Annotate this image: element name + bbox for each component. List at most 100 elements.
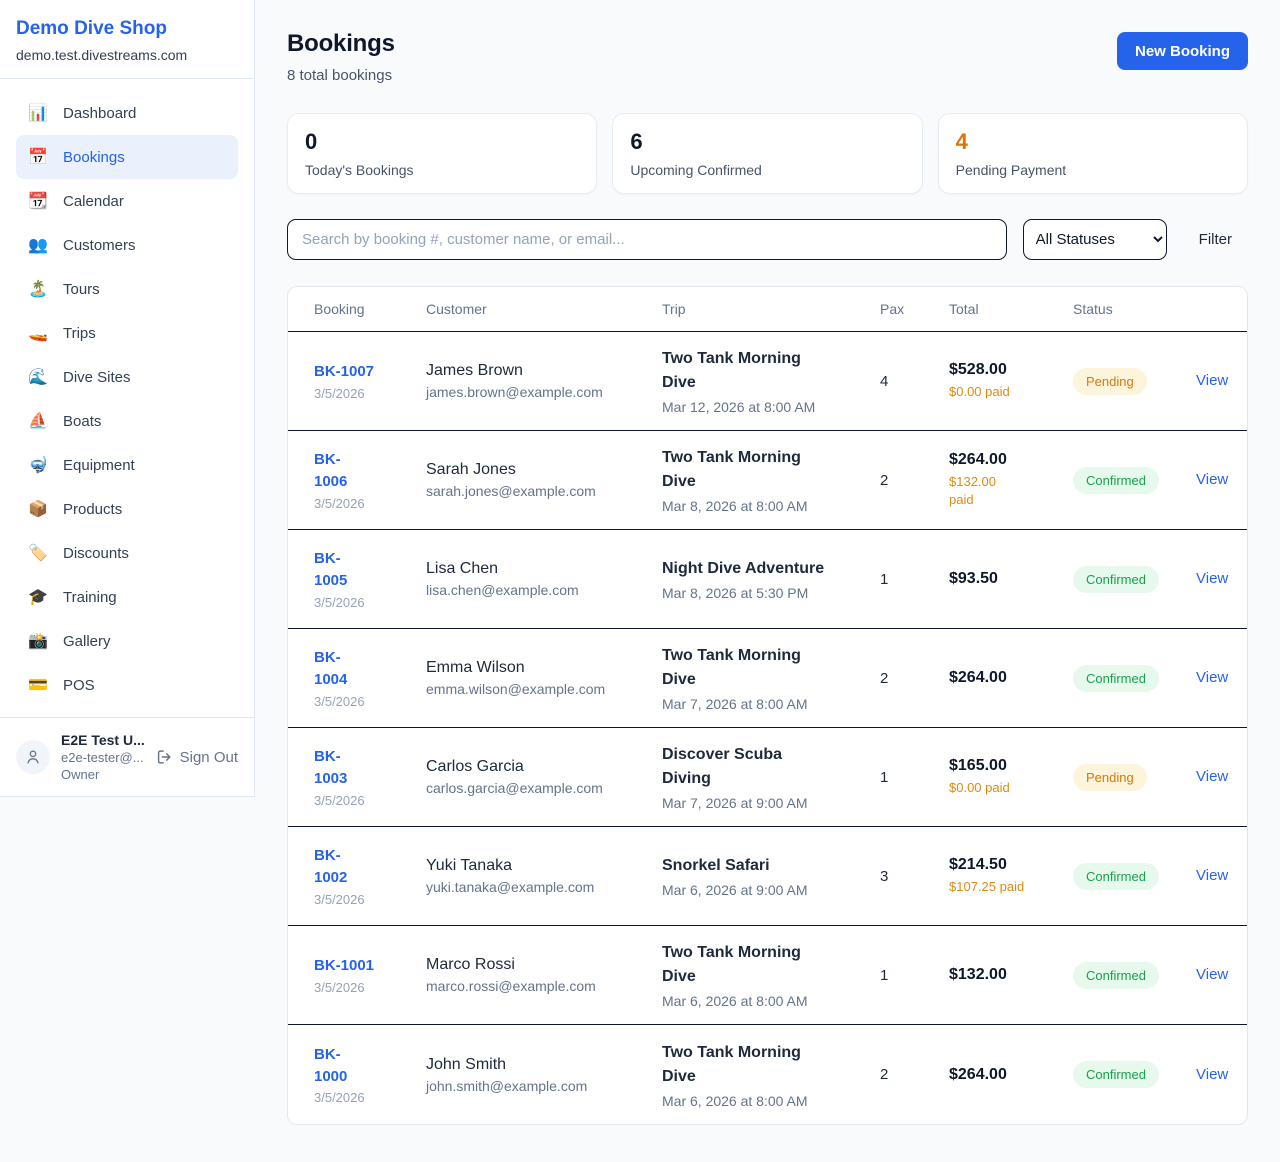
stat-value: 4 (956, 129, 1230, 155)
booking-id-link[interactable]: BK- 1005 (314, 548, 347, 592)
booking-created-date: 3/5/2026 (314, 1090, 426, 1105)
total-cell: $93.50 (949, 570, 1073, 588)
sidebar-item-bookings[interactable]: 📅 Bookings (16, 135, 238, 179)
sidebar-item-dive-sites[interactable]: 🌊 Dive Sites (16, 355, 238, 399)
view-link[interactable]: View (1183, 966, 1228, 983)
status-badge: Confirmed (1073, 863, 1159, 890)
customer-cell: James Brown james.brown@example.com (426, 362, 662, 400)
table-body: BK-1007 3/5/2026 James Brown james.brown… (288, 332, 1247, 1124)
view-link[interactable]: View (1183, 570, 1228, 587)
booking-id-link[interactable]: BK- 1000 (314, 1044, 347, 1088)
sidebar-item-products[interactable]: 📦 Products (16, 487, 238, 531)
filter-row: All Statuses Filter (287, 219, 1248, 260)
booking-id-link[interactable]: BK-1001 (314, 955, 374, 977)
table-row: BK- 1002 3/5/2026 Yuki Tanaka yuki.tanak… (288, 827, 1247, 926)
view-link[interactable]: View (1183, 768, 1228, 785)
total-cell: $528.00 $0.00 paid (949, 361, 1073, 401)
stat-label: Upcoming Confirmed (630, 162, 904, 178)
new-booking-button[interactable]: New Booking (1117, 32, 1248, 70)
sign-out-icon (155, 748, 173, 766)
booking-created-date: 3/5/2026 (314, 694, 426, 709)
sidebar-item-tours[interactable]: 🏝️ Tours (16, 267, 238, 311)
paid-amount: $0.00 paid (949, 383, 1073, 401)
sidebar-item-discounts[interactable]: 🏷️ Discounts (16, 531, 238, 575)
trip-name: Two Tank Morning Dive (662, 941, 828, 989)
stat-value: 0 (305, 129, 579, 155)
view-link[interactable]: View (1183, 471, 1228, 488)
trip-name: Night Dive Adventure (662, 557, 828, 581)
sidebar: Demo Dive Shop demo.test.divestreams.com… (0, 0, 255, 797)
booking-id-link[interactable]: BK- 1002 (314, 845, 347, 889)
boats-sailboat-icon: ⛵ (28, 411, 48, 431)
sidebar-item-label: Training (63, 589, 117, 606)
total-amount: $528.00 (949, 361, 1073, 379)
table-row: BK-1001 3/5/2026 Marco Rossi marco.rossi… (288, 926, 1247, 1025)
sidebar-item-customers[interactable]: 👥 Customers (16, 223, 238, 267)
sidebar-item-dashboard[interactable]: 📊 Dashboard (16, 91, 238, 135)
sidebar-nav: 📊 Dashboard 📅 Bookings 📆 Calendar 👥 Cust… (0, 79, 254, 717)
booking-cell: BK-1007 3/5/2026 (314, 361, 426, 401)
actions-cell: View (1183, 768, 1228, 786)
table-row: BK- 1004 3/5/2026 Emma Wilson emma.wilso… (288, 629, 1247, 728)
view-link[interactable]: View (1183, 372, 1228, 389)
booking-id-link[interactable]: BK-1007 (314, 361, 374, 383)
status-filter-select[interactable]: All Statuses (1023, 219, 1167, 260)
pax-count: 1 (880, 769, 949, 786)
booking-id-link[interactable]: BK- 1004 (314, 647, 347, 691)
view-link[interactable]: View (1183, 669, 1228, 686)
equipment-mask-icon: 🤿 (28, 455, 48, 475)
total-cell: $132.00 (949, 966, 1073, 984)
actions-cell: View (1183, 669, 1228, 687)
total-amount: $132.00 (949, 966, 1073, 984)
booking-cell: BK- 1003 3/5/2026 (314, 746, 426, 808)
sign-out-button[interactable]: Sign Out (155, 748, 238, 766)
trip-name: Two Tank Morning Dive (662, 347, 828, 395)
table-header-row: Booking Customer Trip Pax Total Status (288, 287, 1247, 332)
sidebar-item-calendar[interactable]: 📆 Calendar (16, 179, 238, 223)
booking-created-date: 3/5/2026 (314, 496, 426, 511)
trip-name: Two Tank Morning Dive (662, 644, 828, 692)
sidebar-item-trips[interactable]: 🚤 Trips (16, 311, 238, 355)
table-row: BK- 1005 3/5/2026 Lisa Chen lisa.chen@ex… (288, 530, 1247, 629)
customer-email: marco.rossi@example.com (426, 978, 662, 994)
booking-id-link[interactable]: BK- 1006 (314, 449, 347, 493)
trip-datetime: Mar 12, 2026 at 8:00 AM (662, 399, 880, 415)
sidebar-item-pos[interactable]: 💳 POS (16, 663, 238, 707)
actions-cell: View (1183, 867, 1228, 885)
avatar (16, 740, 50, 774)
customer-email: james.brown@example.com (426, 384, 662, 400)
sidebar-item-gallery[interactable]: 📸 Gallery (16, 619, 238, 663)
page-title: Bookings (287, 30, 395, 58)
user-icon (24, 748, 42, 766)
filter-button[interactable]: Filter (1183, 231, 1248, 248)
customer-name: John Smith (426, 1056, 662, 1074)
booking-id-link[interactable]: BK- 1003 (314, 746, 347, 790)
table-row: BK- 1000 3/5/2026 John Smith john.smith@… (288, 1025, 1247, 1124)
total-amount: $93.50 (949, 570, 1073, 588)
total-cell: $264.00 $132.00 paid (949, 451, 1073, 509)
customer-name: Marco Rossi (426, 956, 662, 974)
view-link[interactable]: View (1183, 867, 1228, 884)
status-badge: Confirmed (1073, 1061, 1159, 1088)
sidebar-item-label: Products (63, 501, 122, 518)
sidebar-item-boats[interactable]: ⛵ Boats (16, 399, 238, 443)
total-amount: $214.50 (949, 856, 1073, 874)
status-badge: Confirmed (1073, 566, 1159, 593)
view-link[interactable]: View (1183, 1066, 1228, 1083)
search-input[interactable] (287, 219, 1007, 260)
bookings-table: Booking Customer Trip Pax Total Status B… (287, 286, 1248, 1125)
booking-created-date: 3/5/2026 (314, 595, 426, 610)
column-header-total: Total (949, 301, 1073, 317)
total-cell: $264.00 (949, 669, 1073, 687)
booking-created-date: 3/5/2026 (314, 793, 426, 808)
customer-cell: Lisa Chen lisa.chen@example.com (426, 560, 662, 598)
sidebar-item-training[interactable]: 🎓 Training (16, 575, 238, 619)
customer-cell: Emma Wilson emma.wilson@example.com (426, 659, 662, 697)
paid-amount: $107.25 paid (949, 878, 1073, 896)
trip-cell: Discover Scuba Diving Mar 7, 2026 at 9:0… (662, 743, 880, 811)
trip-datetime: Mar 8, 2026 at 5:30 PM (662, 585, 880, 601)
customer-email: emma.wilson@example.com (426, 681, 662, 697)
total-cell: $264.00 (949, 1066, 1073, 1084)
trip-name: Discover Scuba Diving (662, 743, 828, 791)
sidebar-item-equipment[interactable]: 🤿 Equipment (16, 443, 238, 487)
